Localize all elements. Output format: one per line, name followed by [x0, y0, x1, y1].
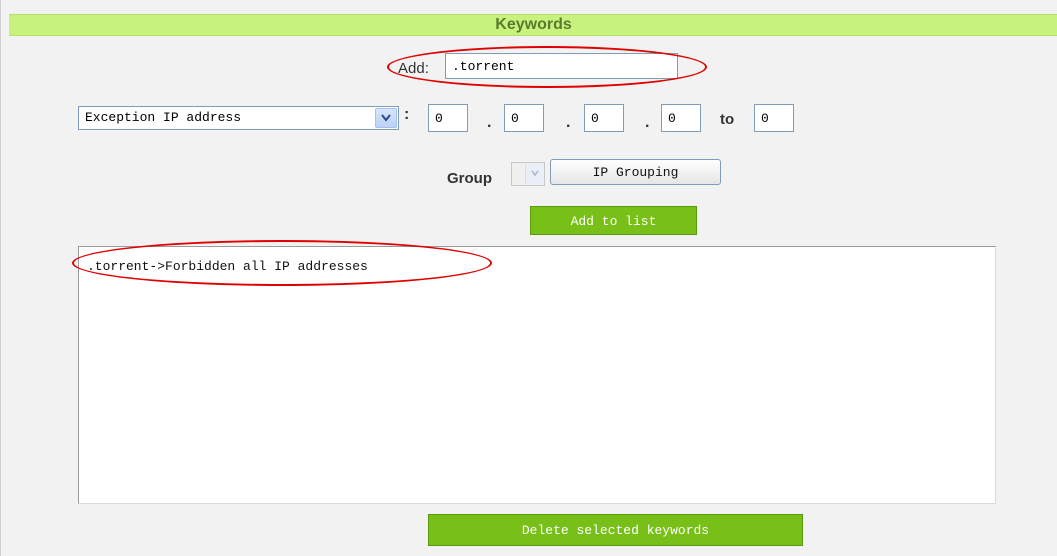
ip-type-select[interactable]: Exception IP address — [78, 106, 399, 130]
chevron-down-icon[interactable] — [525, 164, 543, 184]
group-label: Group — [447, 170, 492, 187]
ip-grouping-button[interactable]: IP Grouping — [550, 159, 721, 185]
ip-octet-4[interactable] — [661, 104, 701, 132]
add-label: Add: — [398, 60, 429, 77]
panel-title: Keywords — [9, 14, 1057, 36]
ip-colon: : — [404, 106, 410, 123]
ip-type-selected: Exception IP address — [85, 110, 242, 125]
ip-octet-2[interactable] — [504, 104, 544, 132]
keyword-listbox[interactable]: .torrent->Forbidden all IP addresses — [78, 246, 996, 504]
ip-to-octet[interactable] — [754, 104, 794, 132]
chevron-down-icon[interactable] — [375, 108, 397, 128]
list-item[interactable]: .torrent->Forbidden all IP addresses — [87, 259, 368, 274]
group-select[interactable] — [511, 162, 545, 186]
keywords-panel: Keywords Add: Exception IP address : . .… — [0, 0, 1057, 556]
ip-octet-3[interactable] — [584, 104, 624, 132]
add-keyword-input[interactable] — [445, 53, 678, 79]
add-to-list-button[interactable]: Add to list — [530, 206, 697, 235]
delete-selected-keywords-button[interactable]: Delete selected keywords — [428, 514, 803, 546]
to-label: to — [720, 111, 735, 128]
ip-octet-1[interactable] — [428, 104, 468, 132]
ip-dot-2: . — [566, 114, 571, 131]
ip-dot-1: . — [487, 114, 492, 131]
ip-dot-3: . — [645, 114, 650, 131]
